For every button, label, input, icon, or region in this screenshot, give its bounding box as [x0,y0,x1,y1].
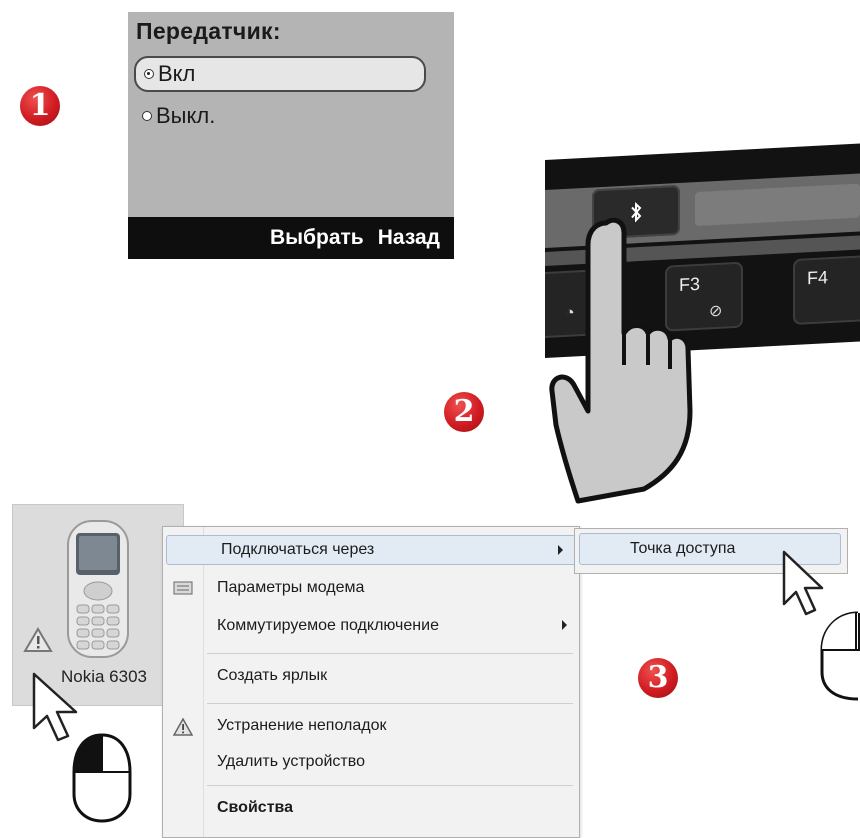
step-1-badge: 1 [20,86,60,126]
menu-separator [207,785,573,786]
warning-icon [173,718,193,736]
menu-item-create-shortcut[interactable]: Создать ярлык [163,661,579,691]
option-off-label: Выкл. [156,103,216,128]
radio-selected-icon [144,69,154,79]
warning-icon [23,627,53,652]
option-on[interactable]: Вкл [134,56,426,92]
menu-separator [207,703,573,704]
menu-item-troubleshoot-label: Устранение неполадок [217,717,387,734]
menu-item-remove-device[interactable]: Удалить устройство [163,747,579,777]
menu-item-troubleshoot[interactable]: Устранение неполадок [163,711,579,741]
menu-separator [207,653,573,654]
submenu-arrow-icon [558,545,563,555]
menu-item-properties-label: Свойства [217,799,294,816]
option-off[interactable]: Выкл. [134,98,215,134]
fkey-f4[interactable]: F4 [793,254,860,326]
option-on-label: Вкл [158,61,196,86]
menu-item-connect-via[interactable]: Подключаться через [166,535,576,565]
step-3-badge: 3 [638,658,678,698]
modem-icon [173,581,193,595]
pointing-hand-icon [549,217,693,504]
select-softkey[interactable]: Выбрать [270,226,364,250]
submenu-item-access-point-label: Точка доступа [630,540,736,557]
phone-screen: Передатчик: Вкл Выкл. Выбрать Назад [128,12,454,259]
radio-empty-icon [142,111,152,121]
submenu-arrow-icon [562,620,567,630]
menu-item-dialup-label: Коммутируемое подключение [217,617,439,634]
mouse-left-click-icon [820,611,860,701]
menu-item-create-shortcut-label: Создать ярлык [217,667,328,684]
phone-device-icon [67,520,129,658]
menu-item-properties[interactable]: Свойства [163,793,579,823]
menu-item-remove-device-label: Удалить устройство [217,753,365,770]
step-2-badge: 2 [444,392,484,432]
menu-item-dialup[interactable]: Коммутируемое подключение [163,611,579,641]
mouse-right-click-icon [72,733,132,823]
menu-item-connect-via-label: Подключаться через [221,541,375,558]
menu-item-modem-params-label: Параметры модема [217,579,365,596]
back-softkey[interactable]: Назад [378,226,440,250]
phone-title: Передатчик: [136,18,281,44]
fkey-f4-label: F4 [807,267,829,289]
softkey-bar: Выбрать Назад [128,217,454,259]
menu-item-modem-params[interactable]: Параметры модема [163,573,579,603]
gauge-icon: ⊘ [709,302,723,321]
context-menu: Подключаться через Параметры модема Комм… [162,526,580,838]
